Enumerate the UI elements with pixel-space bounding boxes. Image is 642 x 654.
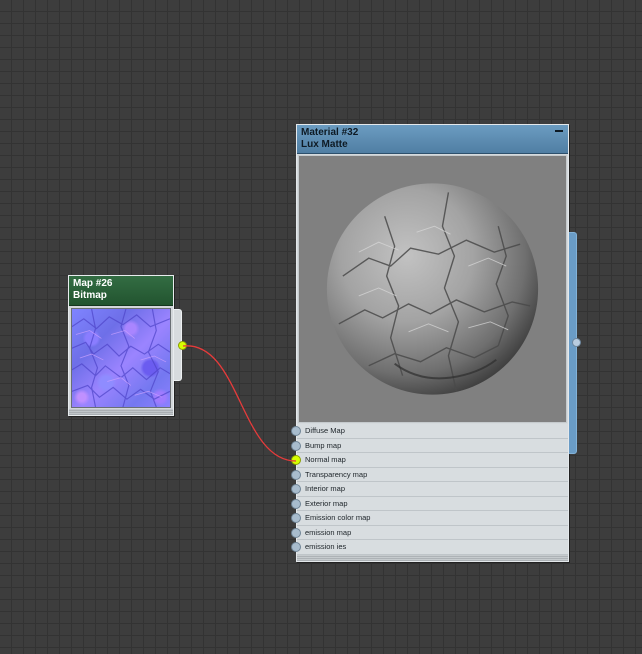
input-socket[interactable] (291, 484, 301, 494)
param-row-diffuse-map[interactable]: Diffuse Map (291, 424, 568, 439)
input-socket[interactable] (291, 527, 301, 538)
collapse-icon[interactable] (555, 128, 563, 134)
normal-map-thumbnail (71, 308, 171, 408)
material-node-title: Material #32 (301, 127, 359, 138)
input-socket[interactable] (291, 542, 301, 552)
bitmap-node-type: Bitmap (73, 290, 107, 301)
input-socket[interactable] (291, 469, 301, 480)
rock-sphere (326, 183, 539, 395)
input-socket[interactable] (291, 440, 301, 451)
param-label: Interior map (305, 484, 346, 493)
input-socket[interactable] (291, 498, 301, 509)
param-label: Exterior map (305, 498, 348, 508)
param-row-emission-map[interactable]: emission map (291, 525, 568, 540)
material-node-type: Lux Matte (301, 139, 348, 150)
input-socket-linked[interactable] (291, 455, 301, 465)
param-row-emission-ies[interactable]: emission ies (291, 540, 568, 555)
bitmap-output-socket[interactable] (178, 341, 187, 350)
material-output-socket[interactable] (572, 338, 581, 347)
bitmap-node-footer (69, 409, 173, 415)
param-row-transparency-map[interactable]: Transparency map (291, 467, 568, 482)
bitmap-node[interactable]: Map #26 Bitmap (68, 275, 174, 416)
material-node-header[interactable]: Material #32 Lux Matte (297, 125, 568, 154)
param-row-emission-color-map[interactable]: Emission color map (291, 511, 568, 526)
input-socket[interactable] (291, 426, 301, 436)
bitmap-node-title: Map #26 (73, 278, 113, 289)
param-label: emission ies (305, 542, 347, 551)
param-label: Emission color map (305, 513, 371, 522)
param-label: Transparency map (305, 469, 368, 479)
input-socket[interactable] (291, 513, 301, 523)
connection-wire (182, 345, 297, 462)
param-row-normal-map[interactable]: Normal map (291, 453, 568, 468)
material-node[interactable]: Material #32 Lux Matte Diffuse Map Bump … (291, 124, 569, 562)
param-label: emission map (305, 527, 352, 537)
param-label: Diffuse Map (305, 426, 345, 435)
node-editor-canvas[interactable]: Map #26 Bitmap Material #32 Lux Matte Di… (0, 0, 642, 654)
param-row-bump-map[interactable]: Bump map (291, 438, 568, 453)
param-row-exterior-map[interactable]: Exterior map (291, 496, 568, 511)
bitmap-node-header[interactable]: Map #26 Bitmap (69, 276, 173, 306)
param-label: Bump map (305, 440, 342, 450)
param-row-interior-map[interactable]: Interior map (291, 482, 568, 497)
material-preview (298, 155, 567, 423)
material-node-footer (297, 555, 568, 561)
parameter-list: Diffuse Map Bump map Normal map Transpar… (291, 424, 568, 555)
param-label: Normal map (305, 455, 346, 464)
